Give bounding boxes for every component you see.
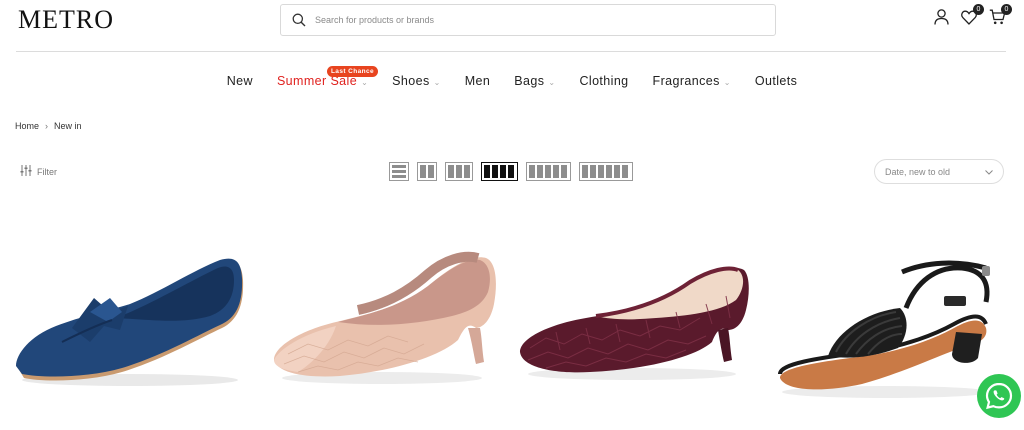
account-icon[interactable]: [932, 8, 950, 26]
search-input[interactable]: [315, 15, 735, 25]
wishlist-count-badge: 0: [973, 4, 984, 15]
product-image-black-sandal[interactable]: [776, 232, 1000, 402]
chevron-down-icon: ⌄: [723, 77, 731, 87]
cart-icon[interactable]: 0: [988, 4, 1012, 26]
sort-select[interactable]: Date, new to old: [874, 159, 1004, 184]
sort-selected-value: Date, new to old: [885, 166, 951, 177]
nav-item-label: Clothing: [579, 74, 629, 88]
grid-2-columns-button[interactable]: [417, 162, 437, 181]
chevron-down-icon: ⌄: [433, 77, 441, 87]
nav-item-label: Outlets: [754, 74, 798, 88]
filter-button[interactable]: Filter: [20, 165, 57, 178]
main-navigation: New Last Chance Summer Sale ⌄ Shoes ⌄ Me…: [0, 66, 1024, 88]
nav-item-shoes[interactable]: Shoes ⌄: [392, 74, 441, 88]
header-actions: 0 0: [932, 4, 1012, 26]
filter-icon: [20, 165, 32, 178]
chevron-down-icon: [985, 167, 993, 177]
grid-layout-switcher: [389, 162, 633, 181]
product-card[interactable]: [268, 232, 500, 407]
list-view-button[interactable]: [389, 162, 409, 181]
nav-item-label: Fragrances: [652, 74, 720, 88]
nav-item-label: Men: [464, 74, 491, 88]
nav-item-summer-sale[interactable]: Last Chance Summer Sale ⌄: [277, 66, 378, 88]
nav-item-label: Shoes: [392, 74, 430, 88]
cart-count-badge: 0: [1001, 4, 1012, 15]
product-card[interactable]: [776, 232, 1000, 407]
header-divider: [16, 51, 1006, 52]
grid-6-columns-button[interactable]: [579, 162, 633, 181]
chevron-right-icon: ›: [45, 121, 49, 131]
site-header: METRO 0 0: [0, 0, 1024, 52]
nav-item-new[interactable]: New: [227, 74, 253, 88]
product-card[interactable]: [12, 232, 252, 407]
nav-item-fragrances[interactable]: Fragrances ⌄: [653, 74, 731, 88]
grid-5-columns-button[interactable]: [526, 162, 571, 181]
grid-4-columns-button[interactable]: [481, 162, 518, 181]
breadcrumb: Home › New in: [15, 121, 82, 131]
search-icon[interactable]: [291, 12, 307, 28]
whatsapp-chat-button[interactable]: [977, 374, 1021, 418]
nav-item-label: New: [226, 74, 253, 88]
site-logo[interactable]: METRO: [18, 5, 114, 35]
search-bar[interactable]: [280, 4, 776, 36]
chevron-down-icon: ⌄: [548, 77, 556, 87]
grid-3-columns-button[interactable]: [445, 162, 473, 181]
breadcrumb-home[interactable]: Home: [15, 121, 39, 131]
nav-item-men[interactable]: Men: [465, 74, 491, 88]
wishlist-icon[interactable]: 0: [960, 4, 984, 26]
filter-label: Filter: [37, 166, 57, 177]
product-card[interactable]: [516, 232, 752, 407]
product-image-nude-pump[interactable]: [268, 232, 500, 392]
nav-item-outlets[interactable]: Outlets: [755, 74, 797, 88]
product-image-blue-flat[interactable]: [12, 232, 252, 392]
chevron-down-icon: ⌄: [361, 77, 369, 87]
last-chance-badge: Last Chance: [326, 66, 378, 77]
product-grid: [0, 232, 1024, 430]
product-image-burgundy-pump[interactable]: [516, 232, 752, 392]
whatsapp-icon: [985, 382, 1013, 410]
nav-item-clothing[interactable]: Clothing: [579, 74, 628, 88]
nav-item-bags[interactable]: Bags ⌄: [514, 74, 555, 88]
breadcrumb-current: New in: [54, 121, 82, 131]
nav-item-label: Bags: [514, 74, 545, 88]
